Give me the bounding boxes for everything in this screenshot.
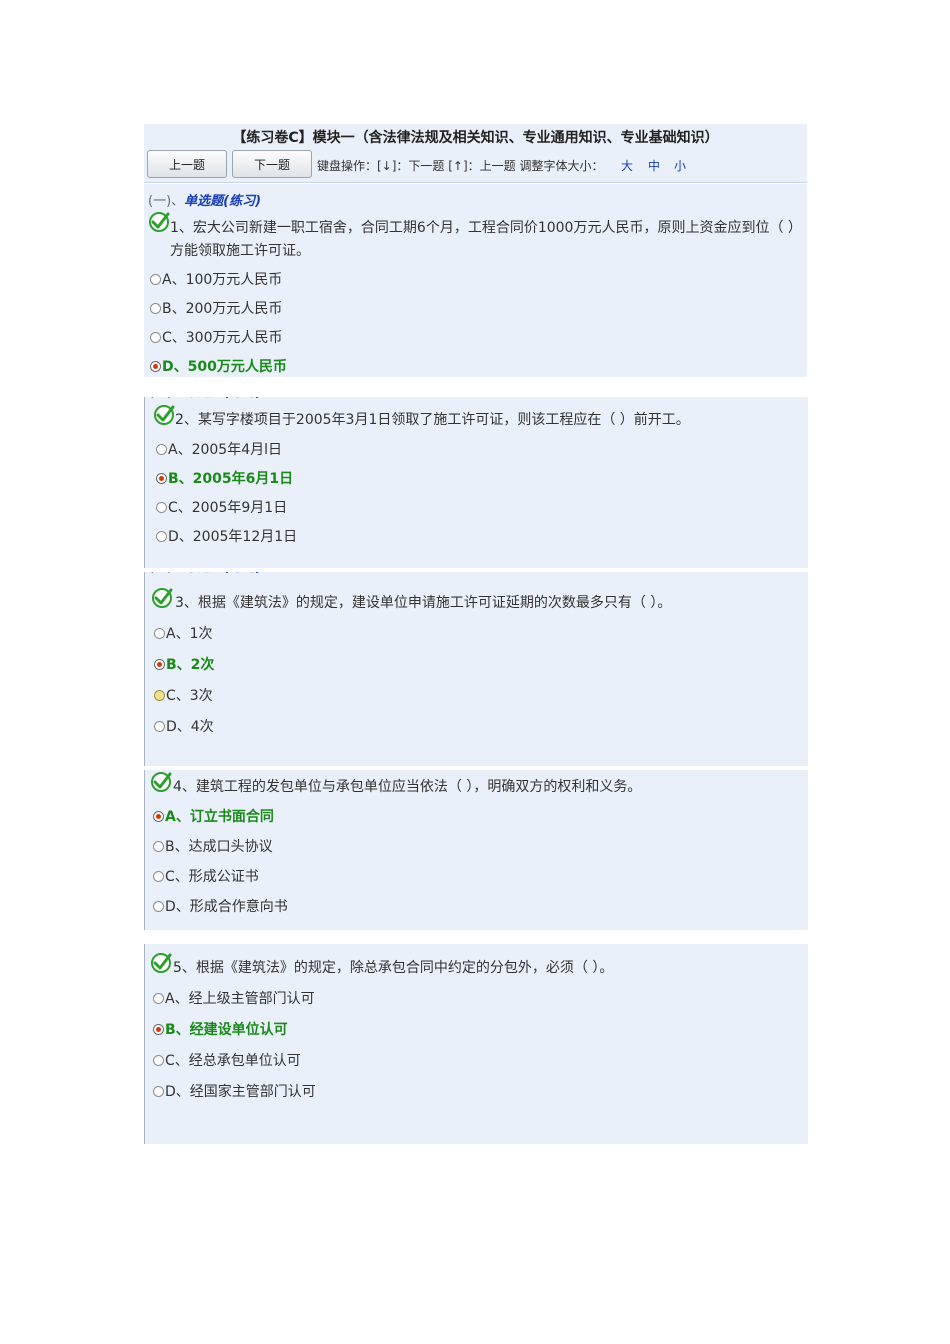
radio-selected-icon[interactable]: [150, 360, 161, 372]
radio-selected-icon[interactable]: [156, 472, 167, 484]
radio-selected-icon[interactable]: [153, 1023, 164, 1035]
section-header: (一)、单选题(练习): [148, 190, 261, 209]
radio-selected-icon[interactable]: [154, 658, 165, 670]
section-title: 单选题(练习): [184, 194, 262, 209]
radio-icon[interactable]: [153, 1054, 164, 1066]
answered-check-icon: [151, 587, 173, 609]
option-c[interactable]: C、3次: [154, 685, 213, 705]
keyboard-hint: 键盘操作：[↓]：下一题 [↑]：上一题 调整字体大小：: [317, 159, 604, 173]
option-c[interactable]: C、300万元人民币: [150, 327, 283, 347]
font-size-small-link[interactable]: 小: [674, 157, 686, 174]
question-text: 2、某写字楼项目于2005年3月1日领取了施工许可证，则该工程应在（ ）前开工。: [175, 412, 690, 428]
font-size-large-link[interactable]: 大: [621, 157, 633, 174]
section-prefix: (一)、: [148, 194, 185, 209]
radio-icon[interactable]: [150, 302, 161, 314]
option-a[interactable]: A、2005年4月l日: [156, 439, 282, 459]
radio-icon[interactable]: [150, 273, 161, 285]
prev-question-button[interactable]: 上一题: [147, 150, 227, 178]
option-a[interactable]: A、100万元人民币: [150, 269, 282, 289]
radio-icon[interactable]: [156, 530, 167, 542]
option-b[interactable]: B、达成口头协议: [153, 836, 273, 856]
option-b[interactable]: B、2次: [154, 654, 214, 674]
radio-icon[interactable]: [153, 870, 164, 882]
option-d[interactable]: D、形成合作意向书: [153, 896, 288, 916]
font-size-medium-link[interactable]: 中: [648, 157, 660, 174]
radio-icon[interactable]: [154, 627, 165, 639]
question-text: 5、根据《建筑法》的规定，除总承包合同中约定的分包外，必须（ ）。: [173, 960, 614, 976]
radio-selected-icon[interactable]: [153, 810, 164, 822]
option-d[interactable]: D、4次: [154, 716, 214, 736]
radio-icon[interactable]: [154, 720, 165, 732]
option-b[interactable]: B、经建设单位认可: [153, 1019, 288, 1039]
question-text: 4、建筑工程的发包单位与承包单位应当依法（ ），明确双方的权利和义务。: [173, 779, 642, 795]
next-question-button[interactable]: 下一题: [232, 150, 312, 178]
question-text: 1、宏大公司新建一职工宿舍，合同工期6个月，工程合同价1000万元人民币，原则上…: [170, 220, 795, 259]
section-header: (一)、单选题(练习): [149, 572, 262, 581]
question-card-3: (一)、单选题(练习) 3、根据《建筑法》的规定，建设单位申请施工许可证延期的次…: [144, 572, 808, 766]
option-c[interactable]: C、2005年9月1日: [156, 497, 287, 517]
option-a[interactable]: A、订立书面合同: [153, 806, 274, 826]
option-a[interactable]: A、经上级主管部门认可: [153, 988, 315, 1008]
radio-hover-icon[interactable]: [154, 689, 165, 701]
radio-icon[interactable]: [153, 1085, 164, 1097]
option-b[interactable]: B、2005年6月1日: [156, 468, 293, 488]
option-d[interactable]: D、500万元人民币: [150, 356, 287, 376]
answered-check-icon: [153, 404, 175, 426]
exam-toolbar: 【练习卷C】模块一（含法律法规及相关知识、专业通用知识、专业基础知识） 上一题 …: [144, 124, 807, 183]
exam-title: 【练习卷C】模块一（含法律法规及相关知识、专业通用知识、专业基础知识）: [232, 130, 719, 146]
answered-check-icon: [150, 952, 172, 974]
answered-check-icon: [150, 771, 172, 793]
option-d[interactable]: D、2005年12月1日: [156, 526, 297, 546]
radio-icon[interactable]: [153, 900, 164, 912]
radio-icon[interactable]: [156, 501, 167, 513]
question-card-5: 5、根据《建筑法》的规定，除总承包合同中约定的分包外，必须（ ）。 A、经上级主…: [144, 944, 808, 1144]
question-text: 3、根据《建筑法》的规定，建设单位申请施工许可证延期的次数最多只有（ ）。: [175, 595, 672, 611]
radio-icon[interactable]: [153, 840, 164, 852]
option-c[interactable]: C、经总承包单位认可: [153, 1050, 301, 1070]
radio-icon[interactable]: [156, 443, 167, 455]
option-d[interactable]: D、经国家主管部门认可: [153, 1081, 316, 1101]
radio-icon[interactable]: [153, 992, 164, 1004]
question-card-1: (一)、单选题(练习) 1、宏大公司新建一职工宿舍，合同工期6个月，工程合同价1…: [144, 184, 807, 377]
option-c[interactable]: C、形成公证书: [153, 866, 259, 886]
option-b[interactable]: B、200万元人民币: [150, 298, 282, 318]
option-a[interactable]: A、1次: [154, 623, 212, 643]
question-card-4: 4、建筑工程的发包单位与承包单位应当依法（ ），明确双方的权利和义务。 A、订立…: [144, 770, 808, 930]
radio-icon[interactable]: [150, 331, 161, 343]
answered-check-icon: [148, 211, 170, 233]
question-card-2: (一)、单选题(练习) 2、某写字楼项目于2005年3月1日领取了施工许可证，则…: [144, 397, 808, 568]
